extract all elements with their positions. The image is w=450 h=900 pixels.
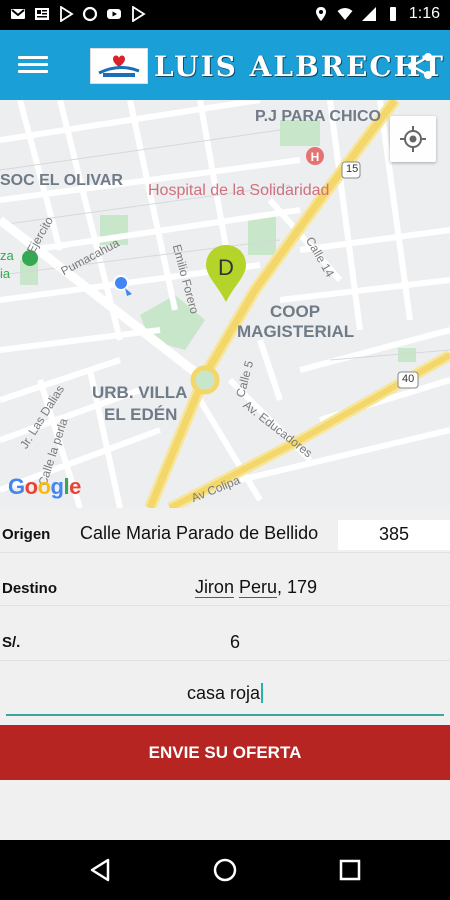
- destination-word1: Jiron: [194, 577, 234, 597]
- map-label-plaza-2: ia: [0, 266, 11, 281]
- svg-text:H: H: [311, 150, 320, 164]
- map-view[interactable]: H 15 40 P.J PARA CHICO SOC EL OLIVAR Hos…: [0, 100, 450, 508]
- gmail-icon: [11, 9, 25, 19]
- text-cursor: [261, 683, 264, 703]
- map-route-15: 15: [346, 163, 359, 175]
- news-icon: [35, 8, 49, 20]
- price-label: S/.: [2, 634, 21, 651]
- destination-marker-letter: D: [218, 255, 234, 280]
- origin-label: Origen: [2, 526, 51, 543]
- home-icon[interactable]: [210, 855, 240, 885]
- app-logo: [90, 48, 148, 84]
- circle-app-icon: [82, 6, 98, 22]
- map-label-hospital: Hospital de la Solidaridad: [148, 182, 330, 199]
- map-route-40: 40: [402, 373, 415, 385]
- location-icon: [315, 7, 326, 21]
- share-icon: [408, 53, 432, 79]
- crosshair-icon: [400, 126, 426, 152]
- origin-street-field[interactable]: Calle Maria Parado de Bellido: [80, 523, 334, 544]
- reference-input[interactable]: casa roja: [6, 671, 444, 716]
- divider: [0, 552, 450, 553]
- recents-icon[interactable]: [335, 855, 365, 885]
- menu-button[interactable]: [18, 52, 48, 78]
- status-right-icons: 1:16: [313, 5, 440, 23]
- my-location-button[interactable]: [390, 116, 436, 162]
- youtube-icon: [107, 9, 121, 19]
- battery-icon: [389, 7, 396, 21]
- map-label-magisterial: MAGISTERIAL: [237, 322, 355, 341]
- wifi-icon: [337, 8, 353, 20]
- destination-label: Destino: [2, 580, 58, 597]
- reference-text: casa roja: [6, 683, 444, 704]
- map-canvas: H: [0, 100, 450, 508]
- map-label-plaza-1: za: [0, 248, 14, 263]
- google-logo: Google: [8, 474, 81, 499]
- price-value: 6: [229, 632, 240, 652]
- map-label-soc-el-olivar: SOC EL OLIVAR: [0, 172, 123, 189]
- signal-icon: [361, 7, 376, 21]
- menu-icon-line: [18, 63, 48, 66]
- origin-number-field[interactable]: 385: [338, 520, 450, 550]
- share-button[interactable]: [404, 50, 436, 82]
- divider: [0, 660, 450, 661]
- play-store-icon: [60, 6, 74, 22]
- origin-street-value: Calle Maria Parado de Bellido: [80, 523, 319, 543]
- submit-offer-button[interactable]: ENVIE SU OFERTA: [0, 725, 450, 780]
- origin-number-value: 385: [378, 524, 410, 544]
- back-icon[interactable]: [86, 855, 116, 885]
- status-time: 1:16: [408, 5, 440, 22]
- divider: [0, 605, 450, 606]
- map-label-coop: COOP: [270, 302, 321, 321]
- destination-rest: , 179: [277, 577, 318, 597]
- navigation-bar: [0, 840, 450, 900]
- play-store-icon: [132, 6, 146, 22]
- reference-value: casa roja: [186, 683, 261, 703]
- status-left-icons: [10, 6, 146, 22]
- offer-form: Origen Calle Maria Parado de Bellido 385…: [0, 508, 450, 840]
- destination-word2: Peru: [238, 577, 277, 597]
- app-bar: LUIS ALBRECHT: [0, 30, 450, 100]
- map-label-el-eden: EL EDÉN: [104, 405, 178, 424]
- destination-marker[interactable]: D: [206, 245, 246, 303]
- menu-icon-line: [18, 70, 48, 73]
- app-title: LUIS ALBRECHT: [154, 50, 445, 83]
- price-field[interactable]: 6: [20, 632, 450, 653]
- map-label-pj-para-chico: P.J PARA CHICO: [255, 108, 381, 125]
- destination-field[interactable]: Jiron Peru, 179: [66, 577, 446, 598]
- map-label-urb-villa: URB. VILLA: [92, 383, 188, 402]
- menu-icon: [18, 56, 48, 59]
- status-bar: 1:16: [0, 0, 450, 30]
